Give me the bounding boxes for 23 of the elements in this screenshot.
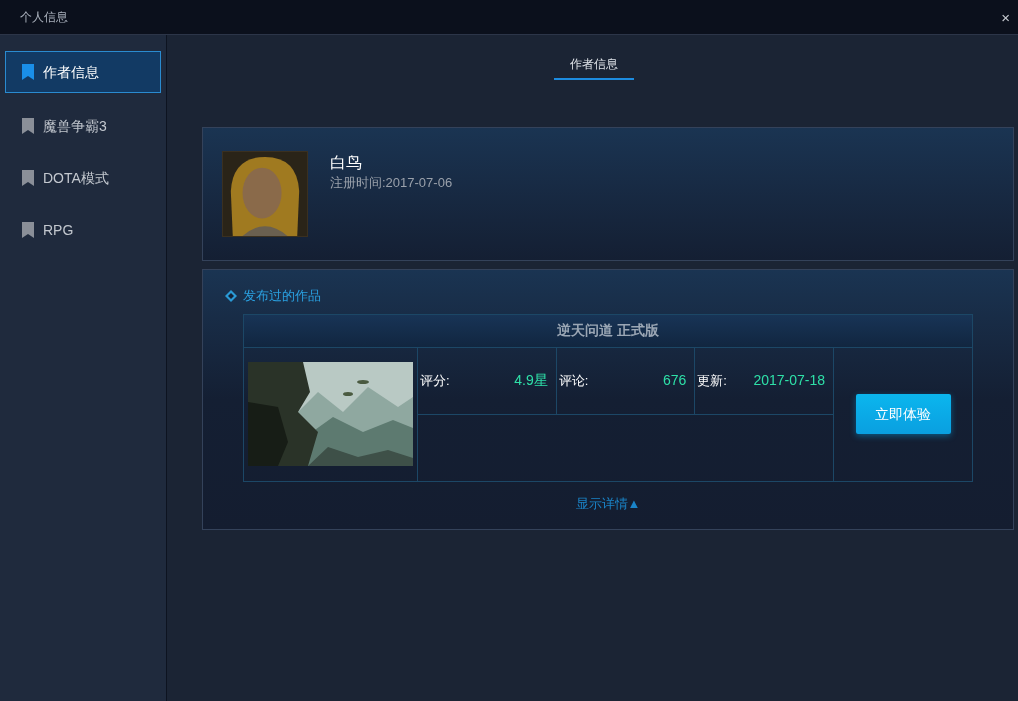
window-title: 个人信息: [20, 9, 68, 26]
bookmark-icon: [22, 118, 34, 134]
bookmark-icon: [22, 222, 34, 238]
tab[interactable]: 作者信息: [554, 55, 634, 80]
sidebar-item[interactable]: DOTA模式: [5, 159, 161, 197]
stat-label: 评论:: [558, 371, 589, 390]
section-heading: 发布过的作品: [243, 287, 321, 305]
bookmark-icon: [22, 64, 34, 80]
user-name: 白鸟: [330, 153, 363, 173]
close-button[interactable]: ×: [1001, 9, 1010, 25]
sidebar-item[interactable]: RPG: [5, 211, 161, 249]
stat-value: 676: [663, 371, 687, 390]
game-title: 逆天问道 正式版: [244, 314, 972, 348]
stat-value: 4.9星: [514, 371, 548, 390]
stat-label: 评分:: [420, 371, 450, 390]
stat-label: 更新:: [697, 371, 727, 390]
bookmark-icon: [22, 170, 34, 186]
show-details-link[interactable]: 显示详情▲: [575, 493, 641, 513]
registration-date: 注册时间:2017-07-06: [330, 174, 453, 192]
sidebar-item[interactable]: 作者信息: [5, 51, 161, 93]
sidebar-item[interactable]: 魔兽争霸3: [5, 107, 161, 145]
diamond-icon: [225, 289, 237, 302]
stat-value: 2017-07-18: [753, 371, 825, 390]
